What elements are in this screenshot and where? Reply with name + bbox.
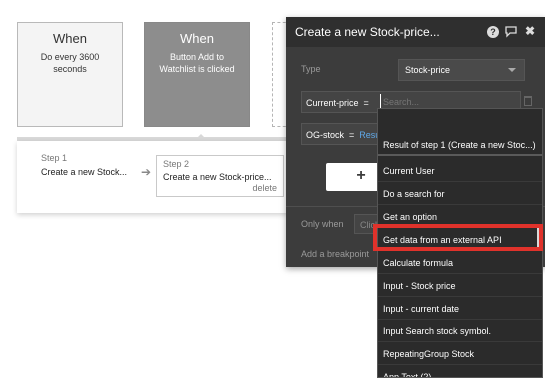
editor-header: Create a new Stock-price... ? ✖ [286,17,545,47]
step-2[interactable]: Step 2 Create a new Stock-price... delet… [156,155,284,197]
add-breakpoint-link[interactable]: Add a breakpoint [301,249,369,259]
close-icon[interactable]: ✖ [523,24,537,38]
dropdown-item-input-search-symbol[interactable]: Input Search stock symbol. [378,320,542,342]
steps-panel: Step 1 Create a new Stock... ➔ Step 2 Cr… [17,141,289,213]
dropdown-item-result-step-1[interactable]: Result of step 1 (Create a new Stoc...) [378,134,542,156]
field-label: Current-price [306,98,359,108]
dropdown-item-current-user[interactable]: Current User [378,160,542,182]
dropdown-item-do-search[interactable]: Do a search for [378,183,542,205]
dropdown-item-calculate-formula[interactable]: Calculate formula [378,252,542,274]
event-card-button-click[interactable]: When Button Add to Watchlist is clicked [144,22,250,127]
help-icon[interactable]: ? [487,26,499,38]
field-label: OG-stock [306,130,345,140]
selected-event-notch [195,134,207,140]
event-description: Button Add to Watchlist is clicked [159,52,235,74]
dropdown-item-input-current-date[interactable]: Input - current date [378,298,542,320]
event-title: When [53,31,87,46]
dropdown-item-repeating-group[interactable]: RepeatingGroup Stock [378,343,542,365]
equals-sign: = [363,98,369,108]
og-stock-field[interactable]: OG-stock = Resu [301,123,381,145]
type-label: Type [301,64,321,74]
event-title: When [180,31,214,46]
type-select-value: Stock-price [405,65,451,75]
step-number: Step 2 [163,159,190,169]
dropdown-item-input-stock-price[interactable]: Input - Stock price [378,275,542,297]
editor-title: Create a new Stock-price... [295,25,440,39]
delete-step-link[interactable]: delete [252,183,277,193]
event-card-schedule[interactable]: When Do every 3600 seconds [17,22,123,127]
dropdown-item-app-text[interactable]: App Text (2) [378,366,542,377]
arrow-right-icon: ➔ [141,165,152,179]
comment-icon[interactable] [504,24,518,38]
equals-sign: = [349,130,355,140]
only-when-label: Only when [301,219,344,229]
trash-icon[interactable] [524,96,532,106]
step-name: Create a new Stock-price... [163,172,272,182]
step-number: Step 1 [41,153,68,163]
step-1[interactable]: Step 1 Create a new Stock... [41,153,127,177]
highlight-box [373,224,543,251]
type-select[interactable]: Stock-price [398,59,525,81]
event-description: Do every 3600 seconds [40,52,100,74]
chevron-down-icon [508,68,516,72]
workflow-canvas: When Do every 3600 seconds When Button A… [0,0,545,378]
step-name: Create a new Stock... [41,167,128,177]
